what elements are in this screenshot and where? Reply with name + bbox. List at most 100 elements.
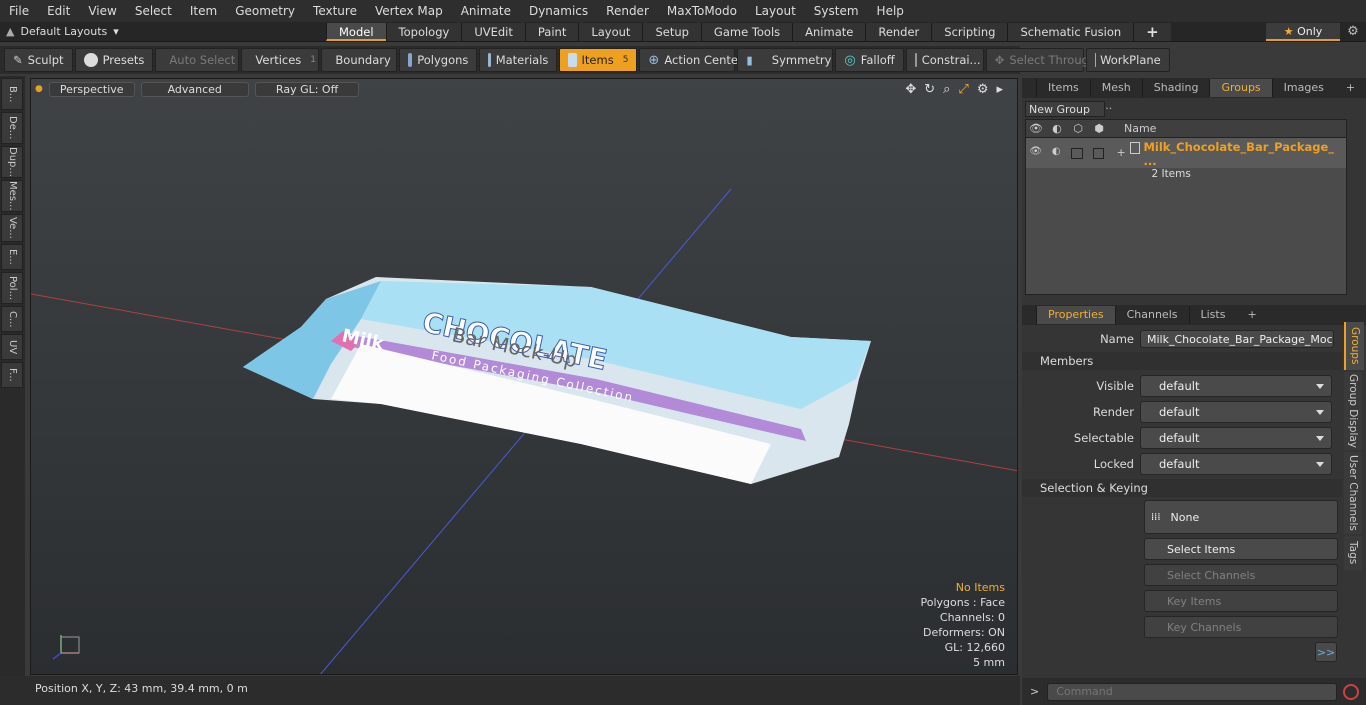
perspective-dropdown[interactable]: Perspective <box>48 81 135 97</box>
select-cube-icon[interactable]: ⬢ <box>1088 122 1110 135</box>
left-tab-deform[interactable]: De... <box>1 112 23 144</box>
tab-shading[interactable]: Shading <box>1141 79 1210 97</box>
row-render-icon[interactable]: ◐ <box>1046 140 1067 157</box>
more-button[interactable]: >> <box>1315 642 1337 662</box>
chocolate-bar-package[interactable]: CHOCOLATE Bar Mock-Up Milk Food Packagin… <box>243 277 871 484</box>
tab-paint[interactable]: Paint <box>524 22 579 41</box>
tab-scripting[interactable]: Scripting <box>931 22 1008 41</box>
maximize-icon[interactable]: ⤢ <box>958 82 968 97</box>
visible-dropdown[interactable]: default <box>1140 375 1332 397</box>
tab-layout[interactable]: Layout <box>578 22 643 41</box>
items-button[interactable]: Items 5 <box>559 48 638 72</box>
more-arrow-icon[interactable]: ▸ <box>996 82 1003 97</box>
menu-texture[interactable]: Texture <box>304 0 366 22</box>
viewport-menu-dot-icon[interactable]: ● <box>35 84 43 94</box>
advanced-dropdown[interactable]: Advanced <box>140 81 249 97</box>
select-items-button[interactable]: Select Items <box>1144 538 1338 560</box>
selection-keying-section[interactable]: Selection & Keying <box>1022 479 1342 497</box>
menu-animate[interactable]: Animate <box>452 0 520 22</box>
materials-button[interactable]: Materials <box>479 48 558 72</box>
key-channels-button[interactable]: Key Channels <box>1144 616 1338 638</box>
locked-dropdown[interactable]: default <box>1140 453 1332 475</box>
record-icon[interactable] <box>1343 683 1360 700</box>
menu-render[interactable]: Render <box>597 0 658 22</box>
left-tab-basic[interactable]: B... <box>1 78 23 110</box>
vertices-button[interactable]: Vertices 1 <box>241 48 320 72</box>
move-icon[interactable]: ✥ <box>905 82 916 97</box>
workplane-button[interactable]: WorkPlane <box>1085 48 1170 72</box>
left-tab-vertex[interactable]: Ve... <box>1 214 23 242</box>
menu-dynamics[interactable]: Dynamics <box>520 0 597 22</box>
tab-game-tools[interactable]: Game Tools <box>700 22 793 41</box>
command-input[interactable] <box>1047 682 1338 701</box>
tab-model[interactable]: Model <box>326 22 386 41</box>
side-tab-user-channels[interactable]: User Channels <box>1344 452 1362 534</box>
render-dropdown[interactable]: default <box>1140 401 1332 423</box>
gear-icon[interactable]: ⚙ <box>1340 24 1366 39</box>
raygl-toggle[interactable]: Ray GL: Off <box>254 81 360 97</box>
viewport-settings-icon[interactable]: ⚙ <box>977 82 989 97</box>
tab-setup[interactable]: Setup <box>642 22 701 41</box>
tab-render[interactable]: Render <box>865 22 932 41</box>
menu-system[interactable]: System <box>805 0 868 22</box>
left-tab-duplicate[interactable]: Dup... <box>1 146 23 178</box>
menu-view[interactable]: View <box>79 0 125 22</box>
new-group-button[interactable]: New Group <box>1025 101 1105 117</box>
menu-help[interactable]: Help <box>868 0 913 22</box>
key-items-button[interactable]: Key Items <box>1144 590 1338 612</box>
none-button[interactable]: ⁞⁞⁞ None <box>1144 500 1338 534</box>
constraints-button[interactable]: Constrai... <box>905 48 984 72</box>
name-field[interactable]: Milk_Chocolate_Bar_Package_Mockup <box>1140 330 1334 348</box>
add-tab-button[interactable]: + <box>1133 22 1171 41</box>
side-tab-groups[interactable]: Groups <box>1344 322 1364 370</box>
menu-maxtomodo[interactable]: MaxToModo <box>658 0 746 22</box>
tab-groups[interactable]: Groups <box>1209 79 1272 97</box>
menu-file[interactable]: File <box>0 0 38 22</box>
tab-animate[interactable]: Animate <box>792 22 866 41</box>
symmetry-button[interactable]: ▮ Symmetry <box>737 48 834 72</box>
add-panel-tab-button[interactable]: + <box>1335 79 1366 97</box>
eye-icon[interactable]: 👁 <box>1026 122 1046 135</box>
presets-button[interactable]: Presets <box>74 48 154 72</box>
tab-properties[interactable]: Properties <box>1036 306 1115 324</box>
menu-item[interactable]: Item <box>181 0 226 22</box>
tab-uvedit[interactable]: UVEdit <box>461 22 525 41</box>
group-row[interactable]: 👁 ◐ + Milk_Chocolate_Bar_Package_ ... 2 … <box>1026 138 1346 180</box>
tab-channels[interactable]: Channels <box>1114 306 1189 324</box>
left-tab-edge[interactable]: E... <box>1 244 23 270</box>
row-select-checkbox[interactable] <box>1092 148 1105 159</box>
members-section[interactable]: Members <box>1022 352 1342 370</box>
select-channels-button[interactable]: Select Channels <box>1144 564 1338 586</box>
only-toggle[interactable]: ★ Only <box>1266 22 1340 41</box>
left-tab-fusion[interactable]: F... <box>1 362 23 388</box>
tab-mesh[interactable]: Mesh ... <box>1089 79 1142 112</box>
tab-topology[interactable]: Topology <box>385 22 462 41</box>
menu-geometry[interactable]: Geometry <box>226 0 304 22</box>
tab-items[interactable]: Items <box>1036 79 1090 97</box>
menu-layout[interactable]: Layout <box>746 0 805 22</box>
row-eye-icon[interactable]: 👁 <box>1026 140 1046 157</box>
layouts-dropdown[interactable]: ▲ Default Layouts ▾ <box>0 25 160 38</box>
rotate-icon[interactable]: ↻ <box>924 82 935 97</box>
sculpt-button[interactable]: ✎ Sculpt <box>4 48 73 72</box>
lock-cube-icon[interactable]: ⬡ <box>1068 122 1088 135</box>
add-props-tab-button[interactable]: + <box>1236 306 1267 324</box>
left-tab-uv[interactable]: UV <box>1 334 23 360</box>
left-tab-curve[interactable]: C... <box>1 306 23 332</box>
tab-schematic-fusion[interactable]: Schematic Fusion <box>1007 22 1134 41</box>
selectable-dropdown[interactable]: default <box>1140 427 1332 449</box>
select-through-button[interactable]: ✥ Select Through <box>985 48 1096 72</box>
menu-vertex-map[interactable]: Vertex Map <box>366 0 452 22</box>
tab-lists[interactable]: Lists <box>1188 306 1237 324</box>
falloff-button[interactable]: ◎ Falloff <box>835 48 904 72</box>
render-icon[interactable]: ◐ <box>1046 122 1068 135</box>
3d-viewport[interactable]: CHOCOLATE Bar Mock-Up Milk Food Packagin… <box>30 78 1018 675</box>
menu-select[interactable]: Select <box>126 0 181 22</box>
expand-plus-icon[interactable]: + <box>1108 140 1129 159</box>
side-tab-tags[interactable]: Tags <box>1344 536 1362 570</box>
left-tab-polygon[interactable]: Pol... <box>1 272 23 304</box>
left-tab-mesh-edit[interactable]: Mes... <box>1 180 23 212</box>
tab-images[interactable]: Images <box>1271 79 1335 97</box>
side-tab-group-display[interactable]: Group Display <box>1344 372 1362 450</box>
zoom-icon[interactable]: ⌕ <box>943 82 950 97</box>
